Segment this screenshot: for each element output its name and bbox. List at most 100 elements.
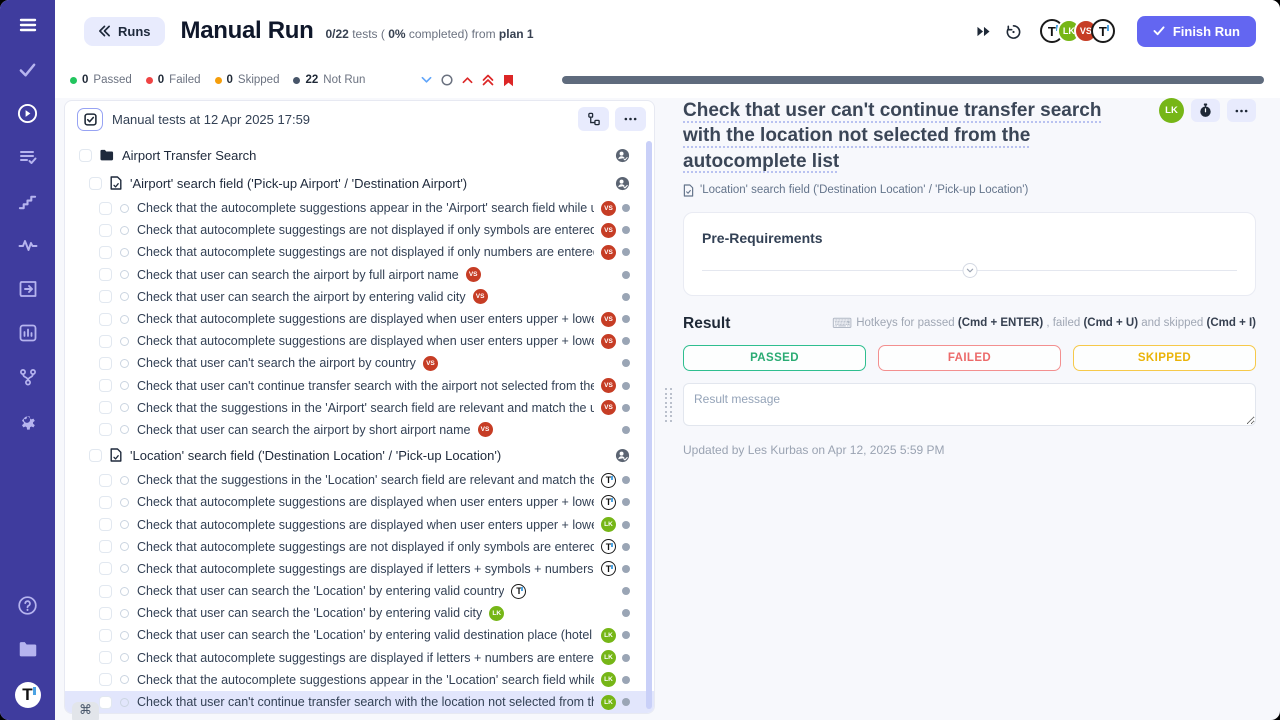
runs-play-icon[interactable] xyxy=(17,102,39,124)
row-checkbox[interactable] xyxy=(99,673,112,686)
tree-more-button[interactable] xyxy=(615,107,646,131)
app-logo[interactable]: T xyxy=(15,682,41,708)
assignee-avatar-vs[interactable]: VS xyxy=(473,289,488,304)
assignee-avatar-vs[interactable]: VS xyxy=(601,334,616,349)
assignee-avatar-t[interactable]: T xyxy=(601,473,616,488)
test-row[interactable]: Check that autocomplete suggestions are … xyxy=(65,330,654,352)
row-checkbox[interactable] xyxy=(99,379,112,392)
assignee-avatar[interactable]: LK xyxy=(1159,98,1184,123)
row-checkbox[interactable] xyxy=(99,246,112,259)
assignee-avatar-lk[interactable]: LK xyxy=(601,628,616,643)
test-row[interactable]: Check that user can search the airport b… xyxy=(65,419,654,441)
row-checkbox[interactable] xyxy=(89,177,102,190)
assign-all-icon[interactable] xyxy=(615,448,630,463)
test-row[interactable]: Check that user can't search the airport… xyxy=(65,352,654,374)
row-checkbox[interactable] xyxy=(99,562,112,575)
assignee-avatar-vs[interactable]: VS xyxy=(423,356,438,371)
row-checkbox[interactable] xyxy=(99,357,112,370)
assignee-avatar-vs[interactable]: VS xyxy=(601,245,616,260)
import-icon[interactable] xyxy=(17,278,39,300)
select-all-checkbox-button[interactable] xyxy=(77,108,103,131)
test-detail-title[interactable]: Check that user can't continue transfer … xyxy=(683,98,1131,174)
suite-row[interactable]: 'Location' search field ('Destination Lo… xyxy=(65,441,654,469)
plans-list-check-icon[interactable] xyxy=(17,146,39,168)
assignee-avatar-vs[interactable]: VS xyxy=(478,422,493,437)
double-chevron-up-icon[interactable] xyxy=(482,74,494,86)
row-checkbox[interactable] xyxy=(99,423,112,436)
row-checkbox[interactable] xyxy=(99,335,112,348)
row-checkbox[interactable] xyxy=(99,202,112,215)
tree-view-button[interactable] xyxy=(578,107,609,131)
assign-all-icon[interactable] xyxy=(615,148,630,163)
assignee-avatar-lk[interactable]: LK xyxy=(489,606,504,621)
row-checkbox[interactable] xyxy=(99,540,112,553)
finish-run-button[interactable]: Finish Run xyxy=(1137,16,1256,47)
tests-check-icon[interactable] xyxy=(17,58,39,80)
assignee-avatar-lk[interactable]: LK xyxy=(601,517,616,532)
assign-all-icon[interactable] xyxy=(615,176,630,191)
test-row[interactable]: Check that autocomplete suggestions are … xyxy=(65,513,654,535)
failed-button[interactable]: FAILED xyxy=(878,345,1061,371)
assignee-avatar-vs[interactable]: VS xyxy=(601,400,616,415)
row-checkbox[interactable] xyxy=(99,518,112,531)
test-row[interactable]: Check that the autocomplete suggestions … xyxy=(65,197,654,219)
suite-row[interactable]: 'Airport' search field ('Pick-up Airport… xyxy=(65,169,654,197)
help-icon[interactable] xyxy=(17,594,39,616)
reports-chart-icon[interactable] xyxy=(17,322,39,344)
assignee-avatar-lk[interactable]: LK xyxy=(601,650,616,665)
test-row[interactable]: Check that autocomplete suggestions are … xyxy=(65,308,654,330)
assignee-avatar-lk[interactable]: LK xyxy=(601,672,616,687)
suite-breadcrumb[interactable]: 'Location' search field ('Destination Lo… xyxy=(683,184,1256,197)
projects-folder-icon[interactable] xyxy=(17,638,39,660)
test-row[interactable]: Check that autocomplete suggestings are … xyxy=(65,647,654,669)
assignee-avatar-t[interactable]: T xyxy=(511,584,526,599)
test-row[interactable]: Check that user can't continue transfer … xyxy=(65,691,654,713)
assignee-avatar-vs[interactable]: VS xyxy=(601,378,616,393)
expand-toggle-icon[interactable] xyxy=(962,263,977,278)
status-chip-failed[interactable]: 0Failed xyxy=(146,74,201,86)
menu-hamburger-icon[interactable] xyxy=(17,14,39,36)
timer-icon[interactable] xyxy=(1005,23,1022,40)
row-checkbox[interactable] xyxy=(99,651,112,664)
test-row[interactable]: Check that the suggestions in the 'Airpo… xyxy=(65,397,654,419)
folder-row[interactable]: Airport Transfer Search xyxy=(65,141,654,169)
row-checkbox[interactable] xyxy=(99,224,112,237)
row-checkbox[interactable] xyxy=(79,149,92,162)
branch-icon[interactable] xyxy=(17,366,39,388)
row-checkbox[interactable] xyxy=(99,585,112,598)
milestones-stairs-icon[interactable] xyxy=(17,190,39,212)
row-checkbox[interactable] xyxy=(99,607,112,620)
test-row[interactable]: Check that user can't continue transfer … xyxy=(65,375,654,397)
assignee-avatar-t[interactable]: T xyxy=(601,495,616,510)
status-chip-not-run[interactable]: 22Not Run xyxy=(293,74,365,86)
row-checkbox[interactable] xyxy=(99,496,112,509)
member-avatar-t[interactable]: T xyxy=(1091,19,1115,43)
tree-scrollbar[interactable] xyxy=(646,141,652,709)
assignee-avatar-vs[interactable]: VS xyxy=(601,312,616,327)
test-row[interactable]: Check that autocomplete suggestings are … xyxy=(65,558,654,580)
assignee-avatar-lk[interactable]: LK xyxy=(601,695,616,710)
test-row[interactable]: Check that the autocomplete suggestions … xyxy=(65,669,654,691)
activity-pulse-icon[interactable] xyxy=(17,234,39,256)
stopwatch-button[interactable] xyxy=(1191,99,1220,122)
assignee-avatar-t[interactable]: T xyxy=(601,539,616,554)
test-row[interactable]: Check that autocomplete suggestings are … xyxy=(65,219,654,241)
test-row[interactable]: Check that autocomplete suggestings are … xyxy=(65,241,654,263)
status-chip-passed[interactable]: 0Passed xyxy=(70,74,132,86)
assignee-avatar-t[interactable]: T xyxy=(601,561,616,576)
row-checkbox[interactable] xyxy=(99,313,112,326)
panel-resize-handle[interactable] xyxy=(665,388,672,422)
test-row[interactable]: Check that the suggestions in the 'Locat… xyxy=(65,469,654,491)
row-checkbox[interactable] xyxy=(99,290,112,303)
test-row[interactable]: Check that autocomplete suggestions are … xyxy=(65,491,654,513)
circle-outline-icon[interactable] xyxy=(441,74,453,86)
assignee-avatar-vs[interactable]: VS xyxy=(601,223,616,238)
status-chip-skipped[interactable]: 0Skipped xyxy=(215,74,280,86)
test-row[interactable]: Check that user can search the airport b… xyxy=(65,264,654,286)
settings-gear-icon[interactable] xyxy=(17,410,39,432)
assignee-avatar-vs[interactable]: VS xyxy=(601,201,616,216)
run-members-avatars[interactable]: TLKVST xyxy=(1040,19,1115,43)
test-row[interactable]: Check that user can search the 'Location… xyxy=(65,602,654,624)
detail-more-button[interactable] xyxy=(1227,99,1256,122)
bookmark-icon[interactable] xyxy=(503,74,514,87)
